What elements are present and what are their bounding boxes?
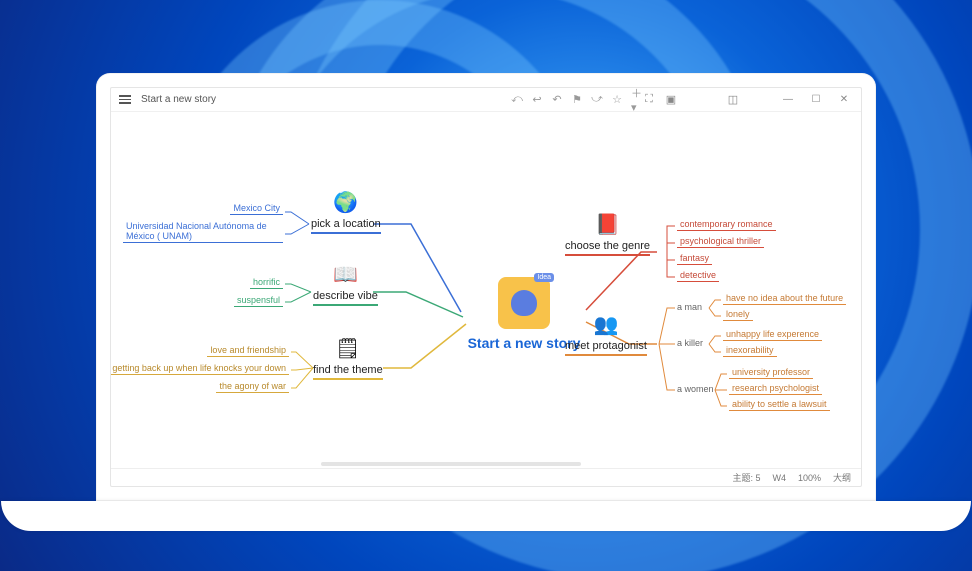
maximize-button[interactable]: ☐	[807, 94, 825, 105]
protag-group-0[interactable]: a man	[677, 302, 702, 312]
leaf-theme-1[interactable]: getting back up when life knocks your do…	[111, 362, 289, 375]
notebook-icon: 📖	[333, 262, 358, 287]
leaf-genre-1[interactable]: psychological thriller	[677, 235, 764, 248]
protag-group-1[interactable]: a killer	[677, 338, 703, 348]
back2-icon[interactable]: ↩	[531, 94, 543, 106]
book-icon: 📕	[595, 212, 620, 237]
leaf-theme-0[interactable]: love and friendship	[207, 344, 289, 357]
hamburger-menu-icon[interactable]	[119, 95, 131, 104]
leaf-genre-0[interactable]: contemporary romance	[677, 218, 776, 231]
idea-icon: Idea	[498, 277, 550, 329]
mindmap-canvas[interactable]: Idea Start a new story 🌍 pick a location…	[111, 112, 861, 468]
close-button[interactable]: ✕	[835, 94, 853, 105]
leaf-genre-2[interactable]: fantasy	[677, 252, 712, 265]
leaf-genre-3[interactable]: detective	[677, 269, 719, 282]
leaf-location-0[interactable]: Mexico City	[230, 202, 283, 215]
leaf-theme-2[interactable]: the agony of war	[216, 380, 289, 393]
leaf-women-1[interactable]: research psychologist	[729, 382, 822, 395]
people-icon: 👥	[594, 312, 619, 337]
protag-group-2[interactable]: a women	[677, 384, 714, 394]
mindmap-app-window: Start a new story ⤺ ↩ ↶ ⚑ ⤻ ☆ ＋▾ ⛶ ▣ ◫	[110, 87, 862, 487]
present-icon[interactable]: ▣	[665, 94, 677, 106]
minimize-button[interactable]: —	[779, 94, 797, 105]
sticky-note-icon: 🗒	[335, 336, 360, 361]
leaf-vibe-1[interactable]: suspensful	[234, 294, 283, 307]
forward-icon[interactable]: ⤻	[591, 94, 603, 106]
laptop-frame: Start a new story ⤺ ↩ ↶ ⚑ ⤻ ☆ ＋▾ ⛶ ▣ ◫	[31, 73, 941, 531]
leaf-women-2[interactable]: ability to settle a lawsuit	[729, 398, 830, 411]
leaf-vibe-0[interactable]: horrific	[250, 276, 283, 289]
status-zoom[interactable]: 100%	[798, 473, 821, 483]
status-topics: 主题: 5	[732, 471, 760, 484]
leaf-man-1[interactable]: lonely	[723, 308, 753, 321]
titlebar: Start a new story ⤺ ↩ ↶ ⚑ ⤻ ☆ ＋▾ ⛶ ▣ ◫	[111, 88, 861, 112]
fullscreen-icon[interactable]: ⛶	[643, 94, 655, 106]
leaf-killer-1[interactable]: inexorability	[723, 344, 777, 357]
branch-genre[interactable]: 📕 choose the genre	[565, 212, 650, 256]
status-words: W4	[772, 473, 786, 483]
statusbar: 主题: 5 W4 100% 大纲	[111, 468, 861, 486]
globe-icon: 🌍	[333, 190, 358, 215]
branch-vibe[interactable]: 📖 describe vibe	[313, 262, 378, 306]
branch-theme[interactable]: 🗒 find the theme	[313, 336, 383, 380]
leaf-women-0[interactable]: university professor	[729, 366, 813, 379]
leaf-killer-0[interactable]: unhappy life experence	[723, 328, 822, 341]
status-outline[interactable]: 大纲	[833, 471, 851, 484]
flag-icon[interactable]: ⚑	[571, 94, 583, 106]
split-view-icon[interactable]: ◫	[727, 94, 739, 106]
undo-icon[interactable]: ↶	[551, 94, 563, 106]
document-title: Start a new story	[141, 94, 216, 105]
horizontal-scrollbar[interactable]	[321, 462, 581, 466]
branch-protagonist[interactable]: 👥 meet protagonist	[565, 312, 647, 356]
star-icon[interactable]: ☆	[611, 94, 623, 106]
back-icon[interactable]: ⤺	[511, 94, 523, 106]
leaf-man-0[interactable]: have no idea about the future	[723, 292, 846, 305]
branch-location[interactable]: 🌍 pick a location	[311, 190, 381, 234]
add-icon[interactable]: ＋▾	[631, 94, 643, 106]
leaf-location-1[interactable]: Universidad Nacional Autónoma de México …	[123, 220, 283, 243]
